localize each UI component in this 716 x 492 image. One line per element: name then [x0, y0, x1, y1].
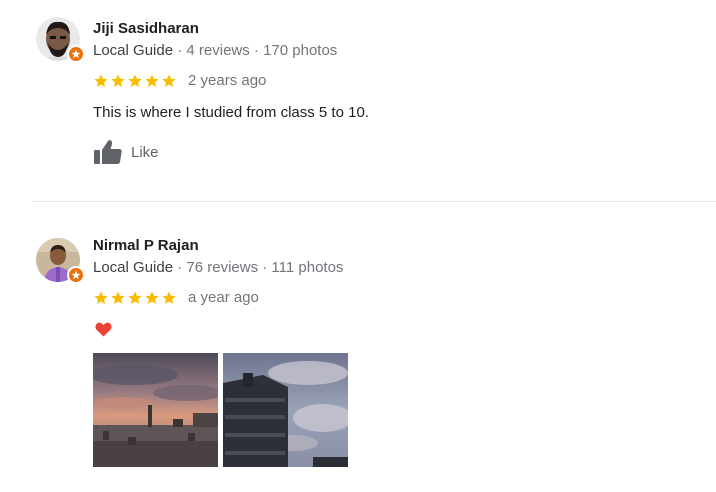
star-rating [93, 73, 177, 89]
review-photo[interactable] [223, 353, 348, 467]
review-divider [32, 201, 716, 202]
like-label: Like [131, 143, 159, 161]
star-icon [128, 73, 142, 87]
local-guide-label: Local Guide [93, 42, 174, 59]
sunset-rooftop-photo [93, 353, 218, 467]
review-text: This is where I studied from class 5 to … [93, 104, 369, 121]
star-icon [111, 73, 125, 87]
rating-row: 2 years ago [93, 72, 266, 89]
reviewer-avatar[interactable] [36, 238, 85, 284]
rating-row: a year ago [93, 289, 259, 306]
star-icon [162, 290, 176, 304]
review-time: 2 years ago [188, 72, 267, 89]
star-icon [145, 290, 159, 304]
review-time: a year ago [188, 289, 259, 306]
star-icon [111, 290, 125, 304]
star-icon [94, 73, 108, 87]
local-guide-badge-icon [67, 266, 85, 284]
local-guide-badge-icon [67, 45, 85, 63]
reviewer-avatar[interactable] [36, 17, 85, 63]
review-photo[interactable] [93, 353, 218, 467]
review-photo-counts: · 76 reviews · 111 photos [173, 259, 344, 276]
reviewer-stats[interactable]: Local Guide · 4 reviews · 170 photos [93, 42, 337, 59]
star-icon [145, 73, 159, 87]
reviewer-name[interactable]: Nirmal P Rajan [93, 237, 199, 254]
local-guide-label: Local Guide [93, 259, 174, 276]
thumbs-up-icon [94, 140, 122, 164]
heart-icon [95, 322, 112, 337]
reviewer-stats[interactable]: Local Guide · 76 reviews · 111 photos [93, 259, 343, 276]
star-icon [128, 290, 142, 304]
building-sky-photo [223, 353, 348, 467]
review-photo-counts: · 4 reviews · 170 photos [173, 42, 338, 59]
star-rating [93, 290, 177, 306]
star-icon [94, 290, 108, 304]
star-icon [162, 73, 176, 87]
reviewer-name[interactable]: Jiji Sasidharan [93, 20, 199, 37]
like-button[interactable]: Like [93, 139, 159, 165]
